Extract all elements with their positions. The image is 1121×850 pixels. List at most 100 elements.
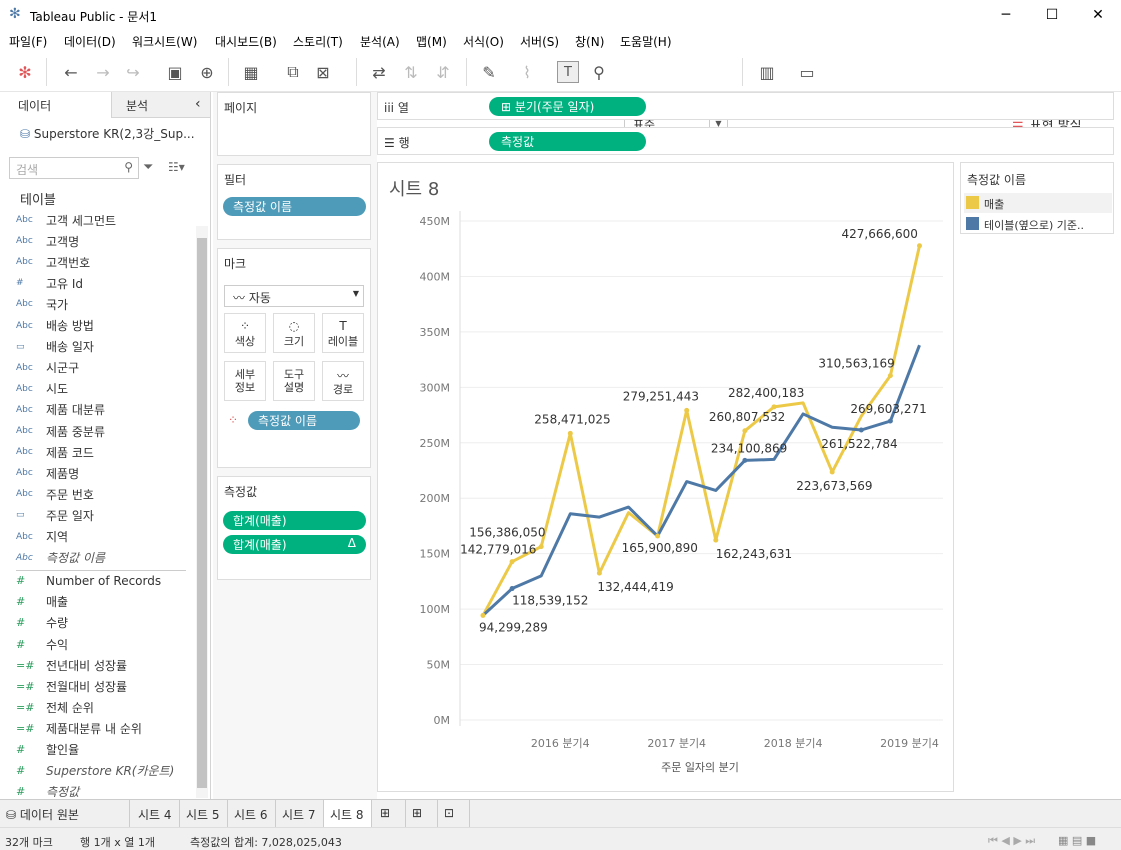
tab-sheet-7[interactable]: 시트 7 [276,800,324,828]
pages-card[interactable]: 페이지 [217,92,371,156]
field-item[interactable]: # 고유 Id [16,273,83,293]
view-list-icon[interactable]: ☷▾ [168,160,185,174]
filter-icon[interactable]: ⏷ [143,160,153,175]
save-icon[interactable]: ▣ [164,61,186,83]
field-item[interactable]: Abc 제품 중분류 [16,421,105,441]
data-pane-scrollbar[interactable] [196,226,208,798]
group-icon[interactable]: ⌇ [516,61,538,83]
status-marks: 32개 마크 [5,836,53,849]
highlight-icon[interactable]: ✎ [478,61,500,83]
mark-type-select[interactable]: 〰 자동 ▼ [224,285,364,307]
rows-shelf[interactable]: ☰ 행 측정값 [377,127,1114,155]
field-item[interactable]: Abc 고객번호 [16,252,90,272]
color-button[interactable]: ⁘ 색상 [224,313,266,353]
field-item[interactable]: # 수량 [16,613,68,633]
field-item[interactable]: Abc 제품 코드 [16,442,94,462]
field-item[interactable]: Abc 측정값 이름 [16,548,105,568]
sheet-nav-icon[interactable]: ⏮ ◀ ▶ ⏭ [988,834,1035,848]
field-item[interactable]: Abc 국가 [16,294,68,314]
field-item[interactable]: ▭ 배송 일자 [16,337,94,357]
menu-data[interactable]: 데이터(D) [64,33,116,50]
detail-button[interactable]: 세부 정보 [224,361,266,401]
menu-window[interactable]: 창(N) [575,33,604,50]
minimize-button[interactable]: ─ [983,0,1029,30]
field-item[interactable]: # 할인율 [16,740,79,760]
field-item[interactable]: Abc 배송 방법 [16,316,94,336]
collapse-icon[interactable]: ‹ [195,96,201,112]
tab-data[interactable]: 데이터 [0,92,112,118]
filter-pill[interactable]: 측정값 이름 [223,197,366,216]
menu-analysis[interactable]: 분석(A) [360,33,400,50]
data-label: 310,563,169 [818,357,894,371]
color-pill[interactable]: 측정값 이름 [248,411,360,430]
columns-shelf[interactable]: iii 열 ⊞ 분기(주문 일자) [377,92,1114,120]
replay-icon[interactable]: ↪ [122,61,144,83]
tab-datasource[interactable]: ⛁ 데이터 원본 [0,800,130,828]
menu-map[interactable]: 맵(M) [416,33,447,50]
field-item[interactable]: # 매출 [16,592,68,612]
new-sheet-icon[interactable]: ⊞ [374,800,406,828]
show-cards-icon[interactable]: ▥ [756,61,778,83]
legend-item-1[interactable]: 매출 [964,193,1112,213]
field-item[interactable]: Abc 시군구 [16,358,79,378]
sort-desc-icon[interactable]: ⇵ [432,61,454,83]
datasource-item[interactable]: ⛁ Superstore KR(2,3강_Sup... [20,125,195,142]
field-item[interactable]: # 수익 [16,634,68,654]
tooltip-button[interactable]: 도구 설명 [273,361,315,401]
redo-icon[interactable]: → [92,61,114,83]
swap-icon[interactable]: ⇄ [368,61,390,83]
field-item[interactable]: Abc 시도 [16,379,68,399]
filters-card[interactable]: 필터 측정값 이름 [217,164,371,240]
field-item[interactable]: ▭ 주문 일자 [16,505,94,525]
labels-icon[interactable]: T [557,61,579,83]
field-item[interactable]: =# 전년대비 성장률 [16,655,127,675]
field-item[interactable]: Abc 고객 세그먼트 [16,210,116,230]
maximize-button[interactable]: ☐ [1029,0,1075,30]
presentation-icon[interactable]: ▭ [796,61,818,83]
new-story-icon[interactable]: ⊡ [438,800,470,828]
tab-sheet-4[interactable]: 시트 4 [132,800,180,828]
tab-sheet-8[interactable]: 시트 8 [324,800,372,828]
tab-sheet-6[interactable]: 시트 6 [228,800,276,828]
menu-help[interactable]: 도움말(H) [620,33,672,50]
field-item[interactable]: Abc 제품 대분류 [16,400,105,420]
menu-dashboard[interactable]: 대시보드(B) [215,33,277,50]
field-item[interactable]: Abc 제품명 [16,463,79,483]
view-toggle-icon[interactable]: ▦ ▤ ■ [1058,834,1096,847]
new-worksheet-icon[interactable]: ▦ [240,61,262,83]
label-button[interactable]: T 레이블 [322,313,364,353]
path-button[interactable]: 〰 경로 [322,361,364,401]
undo-icon[interactable]: ← [60,61,82,83]
columns-pill[interactable]: ⊞ 분기(주문 일자) [489,97,646,116]
tab-analytics[interactable]: 분석 [126,97,148,114]
size-button[interactable]: ◌ 크기 [273,313,315,353]
new-datasource-icon[interactable]: ⊕ [196,61,218,83]
search-input[interactable]: 검색 ⚲ [9,157,139,179]
field-item[interactable]: Abc 고객명 [16,231,79,251]
new-dashboard-icon[interactable]: ⊞ [406,800,438,828]
field-item[interactable]: =# 전체 순위 [16,697,94,717]
clear-sheet-icon[interactable]: ⊠ [312,61,334,83]
pin-icon[interactable]: ⚲ [588,61,610,83]
field-item[interactable]: =# 제품대분류 내 순위 [16,718,142,738]
rows-pill[interactable]: 측정값 [489,132,646,151]
tab-sheet-5[interactable]: 시트 5 [180,800,228,828]
menu-file[interactable]: 파일(F) [9,33,47,50]
duplicate-icon[interactable]: ⧉ [282,61,304,83]
line-chart[interactable]: 시트 8 0M 50M 100M 150M 200M 250M 300M 350M 400M 450… [378,163,955,793]
tableau-home-icon[interactable]: ✻ [14,61,36,83]
menu-server[interactable]: 서버(S) [520,33,559,50]
measure-pill-1[interactable]: 합계(매출) [223,511,366,530]
menu-format[interactable]: 서식(O) [463,33,504,50]
field-item[interactable]: # Superstore KR(카운트) [16,761,174,781]
measure-pill-2[interactable]: 합계(매출) Δ [223,535,366,554]
field-item[interactable]: Abc 지역 [16,527,68,547]
close-button[interactable]: ✕ [1075,0,1121,30]
menu-story[interactable]: 스토리(T) [293,33,343,50]
sort-asc-icon[interactable]: ⇅ [400,61,422,83]
menu-worksheet[interactable]: 워크시트(W) [132,33,197,50]
field-item[interactable]: =# 전월대비 성장률 [16,676,127,696]
legend-item-2[interactable]: 테이블(옆으로) 기준.. [964,214,1112,234]
field-item[interactable]: Abc 주문 번호 [16,484,94,504]
field-item[interactable]: # Number of Records [16,571,161,591]
